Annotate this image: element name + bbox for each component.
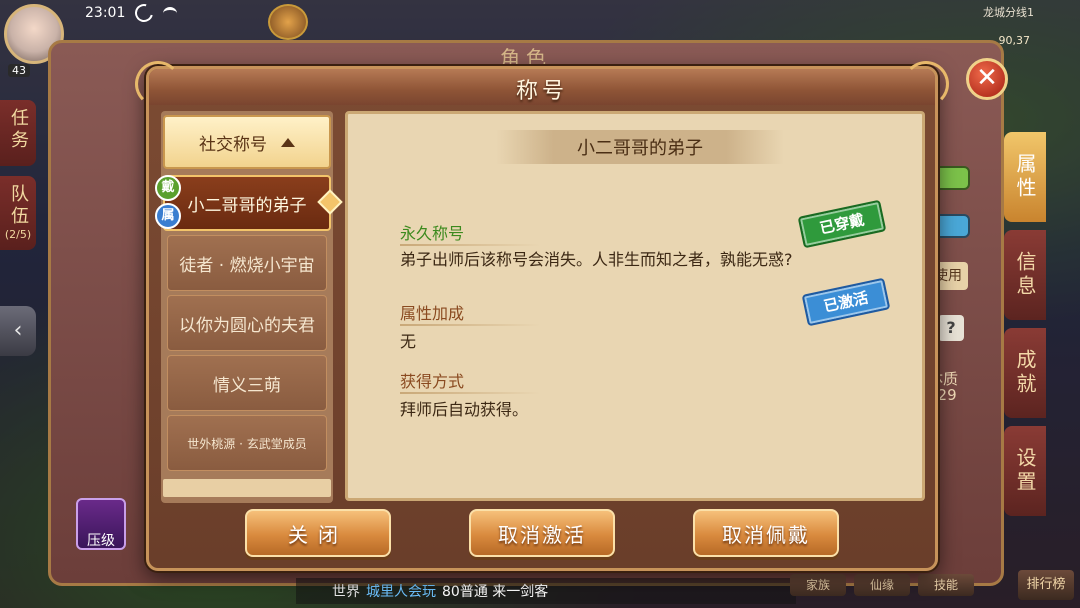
- collapse-triangle-icon: [281, 137, 295, 147]
- category-label: 社交称号: [199, 134, 267, 155]
- title-item[interactable]: 情义三萌: [167, 355, 327, 411]
- tab-team-label: 队伍: [8, 184, 29, 228]
- tab-settings[interactable]: 设置: [1004, 426, 1046, 516]
- title-modal: 称号 社交称号 戴 属 小二哥哥的弟子 徒者 · 燃烧小宇宙 以你为圆心的夫君 …: [135, 61, 949, 571]
- player-level: 43: [8, 64, 30, 77]
- worn-badge: 戴: [155, 175, 181, 201]
- title-item-label: 以你为圆心的夫君: [179, 315, 315, 336]
- title-description: 弟子出师后该称号会消失。人非生而知之者，孰能无惑?: [400, 250, 793, 269]
- title-detail-panel: 小二哥哥的弟子 永久称号 弟子出师后该称号会消失。人非生而知之者，孰能无惑? 属…: [345, 111, 925, 501]
- obtain-method-label: 获得方式: [400, 368, 541, 394]
- tab-info[interactable]: 信息: [1004, 230, 1046, 320]
- attribute-bonus-value: 无: [400, 332, 417, 351]
- chat-channel: 世界: [332, 584, 360, 600]
- bottom-tabs: 家族 仙缘 技能: [790, 574, 974, 596]
- coordinates-readout: 90,37: [998, 34, 1031, 47]
- tab-quest-label: 任务: [8, 108, 29, 152]
- tab-attributes[interactable]: 属性: [1004, 132, 1046, 222]
- list-scroll-end: [163, 479, 331, 497]
- modal-title: 称号: [515, 79, 568, 104]
- title-item-label: 徒者 · 燃烧小宇宙: [179, 255, 315, 276]
- tab-family[interactable]: 家族: [790, 574, 846, 596]
- team-count: (2/5): [4, 228, 32, 241]
- title-item[interactable]: 徒者 · 燃烧小宇宙: [167, 235, 327, 291]
- attribute-bonus-label: 属性加成: [400, 300, 541, 326]
- activated-stamp: 已激活: [801, 277, 891, 327]
- wifi-icon: [163, 6, 178, 20]
- chat-sender[interactable]: 城里人会玩: [366, 581, 436, 601]
- obtain-method-value: 拜师后自动获得。: [400, 400, 529, 419]
- close-icon: ✕: [976, 63, 998, 93]
- collapse-arrow-button[interactable]: ‹: [0, 306, 36, 356]
- title-item-label: 情义三萌: [213, 375, 281, 396]
- detail-title: 小二哥哥的弟子: [577, 138, 703, 159]
- deactivate-button[interactable]: 取消激活: [469, 509, 615, 557]
- tab-skills[interactable]: 技能: [918, 574, 974, 596]
- close-button[interactable]: 关闭: [245, 509, 391, 557]
- status-bar: 23:01: [85, 0, 178, 26]
- title-item[interactable]: 以你为圆心的夫君: [167, 295, 327, 351]
- category-header-social[interactable]: 社交称号: [163, 115, 331, 169]
- chat-bar[interactable]: 世界 城里人会玩 80普通 来一剑客: [296, 578, 796, 604]
- permanent-title-label: 永久称号: [400, 220, 541, 246]
- server-line-label: 龙城分线1: [983, 6, 1034, 19]
- right-side-tabs: 属性 信息 成就 设置: [1004, 132, 1048, 524]
- selected-arrow-icon: [317, 189, 343, 215]
- compress-level-label: 压级: [87, 533, 115, 549]
- unequip-button[interactable]: 取消佩戴: [693, 509, 839, 557]
- pet-avatar[interactable]: [268, 4, 308, 40]
- worn-stamp: 已穿戴: [797, 199, 887, 249]
- title-item-label: 世外桃源 · 玄武堂成员: [187, 436, 307, 451]
- tab-quest[interactable]: 任务: [0, 100, 36, 166]
- attribute-badge: 属: [155, 203, 181, 229]
- tab-team[interactable]: 队伍 (2/5): [0, 176, 36, 250]
- title-item-label: 小二哥哥的弟子: [187, 195, 307, 216]
- moon-icon: [132, 0, 157, 26]
- tab-fate[interactable]: 仙缘: [854, 574, 910, 596]
- clock: 23:01: [85, 5, 126, 21]
- leaderboard-button[interactable]: 排行榜: [1018, 570, 1074, 600]
- left-side-tabs: 任务 队伍 (2/5): [0, 100, 40, 260]
- title-item[interactable]: 世外桃源 · 玄武堂成员: [167, 415, 327, 471]
- title-item[interactable]: 戴 属 小二哥哥的弟子: [155, 175, 343, 231]
- tab-achievements[interactable]: 成就: [1004, 328, 1046, 418]
- close-character-button[interactable]: ✕: [966, 58, 1008, 100]
- help-icon[interactable]: ?: [938, 315, 964, 341]
- chat-message: 80普通 来一剑客: [442, 584, 549, 600]
